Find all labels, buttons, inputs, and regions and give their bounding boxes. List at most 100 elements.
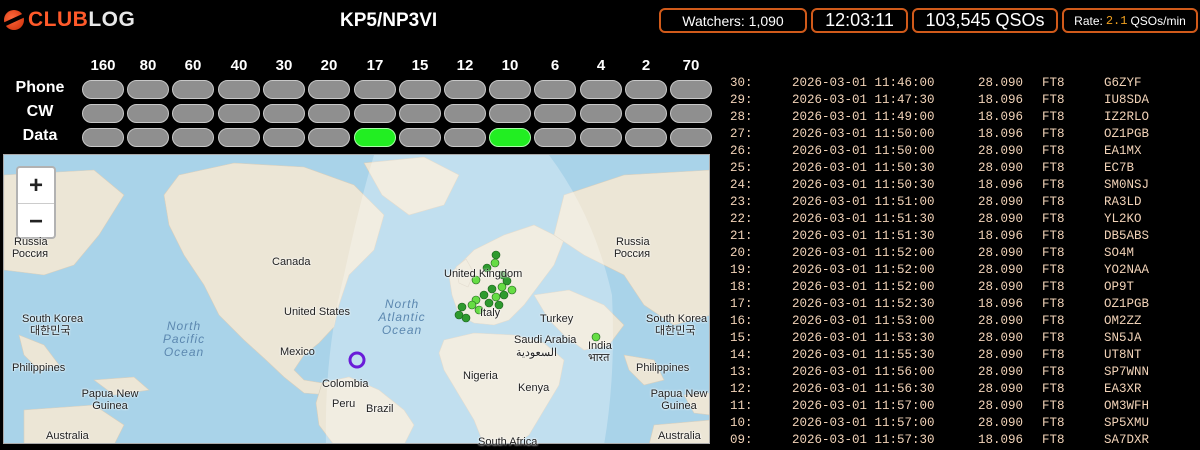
contact-marker[interactable]	[479, 290, 489, 300]
log-mode: FT8	[1042, 195, 1065, 209]
log-n: 26:	[730, 144, 753, 158]
band-indicator-cw-12[interactable]	[444, 104, 486, 123]
log-n: 14:	[730, 348, 753, 362]
log-call: YO2NAA	[1104, 263, 1150, 277]
log-n: 20:	[730, 246, 753, 260]
band-indicator-cw-70[interactable]	[670, 104, 712, 123]
band-indicator-cw-10[interactable]	[489, 104, 531, 123]
contact-marker[interactable]	[487, 284, 497, 294]
zoom-out-button[interactable]: −	[18, 204, 54, 239]
contact-marker[interactable]	[467, 300, 477, 310]
band-indicator-data-60[interactable]	[172, 128, 214, 147]
band-indicator-data-15[interactable]	[399, 128, 441, 147]
band-indicator-data-40[interactable]	[218, 128, 260, 147]
contact-marker[interactable]	[490, 258, 500, 268]
map-label: United States	[284, 306, 351, 318]
log-row: 18: 2026-03-01 11:52:00 28.090 FT8 OP9T	[726, 280, 1196, 297]
band-indicator-cw-80[interactable]	[127, 104, 169, 123]
band-indicator-cw-30[interactable]	[263, 104, 305, 123]
band-indicator-data-6[interactable]	[534, 128, 576, 147]
band-indicator-cw-17[interactable]	[354, 104, 396, 123]
contact-marker[interactable]	[507, 285, 517, 295]
band-indicator-phone-80[interactable]	[127, 80, 169, 99]
band-indicator-data-30[interactable]	[263, 128, 305, 147]
band-indicator-cw-40[interactable]	[218, 104, 260, 123]
contact-marker[interactable]	[497, 282, 507, 292]
log-freq: 28.090	[978, 161, 1024, 175]
qso-rate: Rate: 2.1 QSOs/min	[1062, 8, 1198, 33]
contact-marker[interactable]	[461, 313, 471, 323]
log-freq: 18.096	[978, 93, 1024, 107]
log-mode: FT8	[1042, 212, 1065, 226]
log-mode: FT8	[1042, 178, 1065, 192]
log-n: 15:	[730, 331, 753, 345]
map-label: Brazil	[366, 403, 394, 415]
contact-marker[interactable]	[457, 302, 467, 312]
band-indicator-cw-60[interactable]	[172, 104, 214, 123]
band-indicator-phone-30[interactable]	[263, 80, 305, 99]
zoom-in-button[interactable]: +	[18, 168, 54, 204]
band-indicator-cw-15[interactable]	[399, 104, 441, 123]
log-time: 2026-03-01 11:51:30	[792, 212, 935, 226]
map-label: South Korea	[22, 313, 84, 325]
log-time: 2026-03-01 11:56:30	[792, 382, 935, 396]
log-mode: FT8	[1042, 382, 1065, 396]
contact-marker[interactable]	[499, 290, 509, 300]
band-indicator-phone-12[interactable]	[444, 80, 486, 99]
log-freq: 18.096	[978, 229, 1024, 243]
band-indicator-cw-160[interactable]	[82, 104, 124, 123]
map-label: Russia	[616, 236, 650, 248]
band-indicator-phone-17[interactable]	[354, 80, 396, 99]
log-mode: FT8	[1042, 144, 1065, 158]
log-time: 2026-03-01 11:52:30	[792, 297, 935, 311]
log-row: 13: 2026-03-01 11:56:00 28.090 FT8 SP7WNN	[726, 365, 1196, 382]
band-indicator-cw-4[interactable]	[580, 104, 622, 123]
log-call: SN5JA	[1104, 331, 1142, 345]
contact-marker[interactable]	[491, 292, 501, 302]
map-label: Peru	[332, 398, 356, 410]
band-indicator-data-4[interactable]	[580, 128, 622, 147]
clublog-logo[interactable]: CLUBLOG	[4, 4, 135, 36]
log-mode: FT8	[1042, 263, 1065, 277]
log-freq: 28.090	[978, 348, 1024, 362]
map-label: Italy	[480, 307, 501, 319]
log-mode: FT8	[1042, 433, 1065, 447]
band-indicator-data-10[interactable]	[489, 128, 531, 147]
log-call: DB5ABS	[1104, 229, 1150, 243]
log-row: 12: 2026-03-01 11:56:30 28.090 FT8 EA3XR	[726, 382, 1196, 399]
band-indicator-data-17[interactable]	[354, 128, 396, 147]
band-indicator-data-20[interactable]	[308, 128, 350, 147]
ocean-label: North Pacific Ocean	[162, 319, 206, 359]
log-n: 11:	[730, 399, 753, 413]
band-indicator-data-80[interactable]	[127, 128, 169, 147]
band-indicator-phone-160[interactable]	[82, 80, 124, 99]
band-indicator-cw-20[interactable]	[308, 104, 350, 123]
band-indicator-data-70[interactable]	[670, 128, 712, 147]
band-indicator-phone-6[interactable]	[534, 80, 576, 99]
map-label: South Africa	[478, 436, 538, 448]
band-indicator-phone-4[interactable]	[580, 80, 622, 99]
log-row: 15: 2026-03-01 11:53:30 28.090 FT8 SN5JA	[726, 331, 1196, 348]
band-indicator-phone-10[interactable]	[489, 80, 531, 99]
band-indicator-cw-2[interactable]	[625, 104, 667, 123]
band-indicator-phone-15[interactable]	[399, 80, 441, 99]
log-call: YL2KO	[1104, 212, 1142, 226]
band-indicator-phone-20[interactable]	[308, 80, 350, 99]
band-indicator-phone-40[interactable]	[218, 80, 260, 99]
band-indicator-data-12[interactable]	[444, 128, 486, 147]
band-indicator-phone-60[interactable]	[172, 80, 214, 99]
band-indicator-phone-2[interactable]	[625, 80, 667, 99]
log-row: 14: 2026-03-01 11:55:30 28.090 FT8 UT8NT	[726, 348, 1196, 365]
band-indicator-data-2[interactable]	[625, 128, 667, 147]
log-call: G6ZYF	[1104, 76, 1142, 90]
contact-marker[interactable]	[491, 250, 501, 260]
band-indicator-cw-6[interactable]	[534, 104, 576, 123]
log-freq: 28.090	[978, 331, 1024, 345]
band-indicator-phone-70[interactable]	[670, 80, 712, 99]
log-time: 2026-03-01 11:50:30	[792, 161, 935, 175]
band-header-15: 15	[411, 57, 429, 74]
log-freq: 18.096	[978, 110, 1024, 124]
band-indicator-data-160[interactable]	[82, 128, 124, 147]
map-label: भारत	[588, 352, 610, 364]
contact-marker[interactable]	[484, 298, 494, 308]
